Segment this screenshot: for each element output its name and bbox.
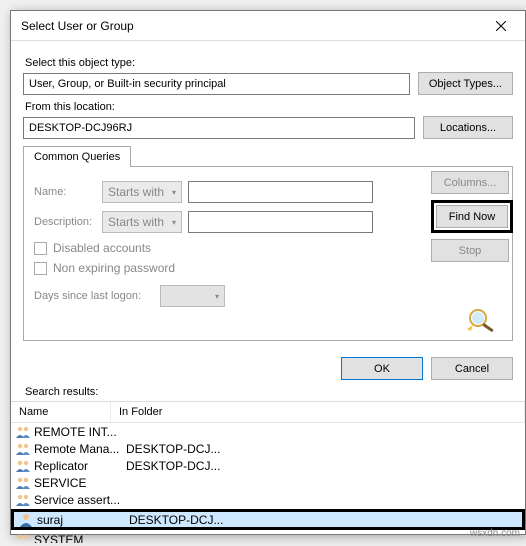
group-icon	[15, 424, 31, 440]
find-now-highlight: Find Now	[431, 200, 513, 233]
columns-button[interactable]: Columns...	[431, 171, 509, 194]
non-expiring-password-checkbox[interactable]	[34, 262, 47, 275]
results-table: Name In Folder REMOTE INT...Remote Mana.…	[11, 401, 525, 546]
cell-folder: DESKTOP-DCJ...	[126, 442, 521, 456]
close-button[interactable]	[481, 13, 521, 39]
table-row[interactable]: Service assert...	[11, 491, 525, 508]
location-field[interactable]	[23, 117, 415, 139]
cell-name: SYSTEM	[34, 533, 126, 544]
description-label: Description:	[34, 216, 96, 228]
cell-name: Service assert...	[34, 493, 126, 507]
chevron-down-icon: ▾	[172, 218, 176, 227]
table-row[interactable]: ReplicatorDESKTOP-DCJ...	[11, 457, 525, 474]
name-label: Name:	[34, 186, 96, 198]
cell-name: REMOTE INT...	[34, 425, 126, 439]
description-mode-value: Starts with	[108, 215, 164, 229]
chevron-down-icon: ▾	[215, 292, 219, 301]
action-buttons: OK Cancel	[11, 357, 513, 380]
ok-button[interactable]: OK	[341, 357, 423, 380]
cell-folder: DESKTOP-DCJ...	[126, 459, 521, 473]
table-row[interactable]: REMOTE INT...	[11, 423, 525, 440]
object-type-label: Select this object type:	[25, 57, 513, 69]
table-row[interactable]: SERVICE	[11, 474, 525, 491]
group-icon	[15, 458, 31, 474]
table-row[interactable]: SYSTEM	[11, 531, 525, 543]
non-expiring-password-label: Non expiring password	[53, 261, 175, 275]
stop-button[interactable]: Stop	[431, 239, 509, 262]
chevron-down-icon: ▾	[172, 188, 176, 197]
name-input[interactable]	[188, 181, 373, 203]
name-mode-value: Starts with	[108, 185, 164, 199]
group-icon	[15, 492, 31, 508]
find-now-button[interactable]: Find Now	[436, 205, 508, 228]
description-input[interactable]	[188, 211, 373, 233]
search-decorative-icon	[465, 307, 501, 333]
cancel-button[interactable]: Cancel	[431, 357, 513, 380]
disabled-accounts-checkbox[interactable]	[34, 242, 47, 255]
cell-name: Remote Mana...	[34, 442, 126, 456]
disabled-accounts-label: Disabled accounts	[53, 241, 151, 255]
days-since-logon-combo[interactable]: ▾	[160, 285, 225, 307]
watermark: wsxdn.com	[470, 528, 520, 539]
cell-folder: DESKTOP-DCJ...	[129, 513, 518, 527]
description-mode-combo[interactable]: Starts with ▾	[102, 211, 182, 233]
days-since-logon-label: Days since last logon:	[34, 290, 154, 302]
table-row[interactable]: surajDESKTOP-DCJ...	[11, 509, 525, 530]
results-body[interactable]: REMOTE INT...Remote Mana...DESKTOP-DCJ..…	[11, 423, 525, 543]
location-label: From this location:	[25, 101, 513, 113]
dialog-title: Select User or Group	[21, 19, 134, 33]
cell-name: suraj	[37, 513, 129, 527]
locations-button[interactable]: Locations...	[423, 116, 513, 139]
name-mode-combo[interactable]: Starts with ▾	[102, 181, 182, 203]
titlebar: Select User or Group	[11, 11, 525, 41]
tab-common-queries[interactable]: Common Queries	[23, 146, 131, 167]
column-header-name[interactable]: Name	[11, 402, 111, 422]
group-icon	[15, 441, 31, 457]
right-buttons: Columns... Find Now Stop	[431, 171, 513, 262]
close-icon	[496, 21, 506, 31]
search-results-label: Search results:	[25, 386, 525, 398]
object-type-field[interactable]	[23, 73, 410, 95]
group-icon	[15, 475, 31, 491]
user-icon	[18, 512, 34, 528]
group-icon	[15, 532, 31, 544]
object-types-button[interactable]: Object Types...	[418, 72, 513, 95]
results-header: Name In Folder	[11, 402, 525, 423]
cell-name: SERVICE	[34, 476, 126, 490]
cell-name: Replicator	[34, 459, 126, 473]
column-header-folder[interactable]: In Folder	[111, 402, 525, 422]
select-user-group-dialog: Select User or Group Select this object …	[10, 10, 526, 535]
table-row[interactable]: Remote Mana...DESKTOP-DCJ...	[11, 440, 525, 457]
